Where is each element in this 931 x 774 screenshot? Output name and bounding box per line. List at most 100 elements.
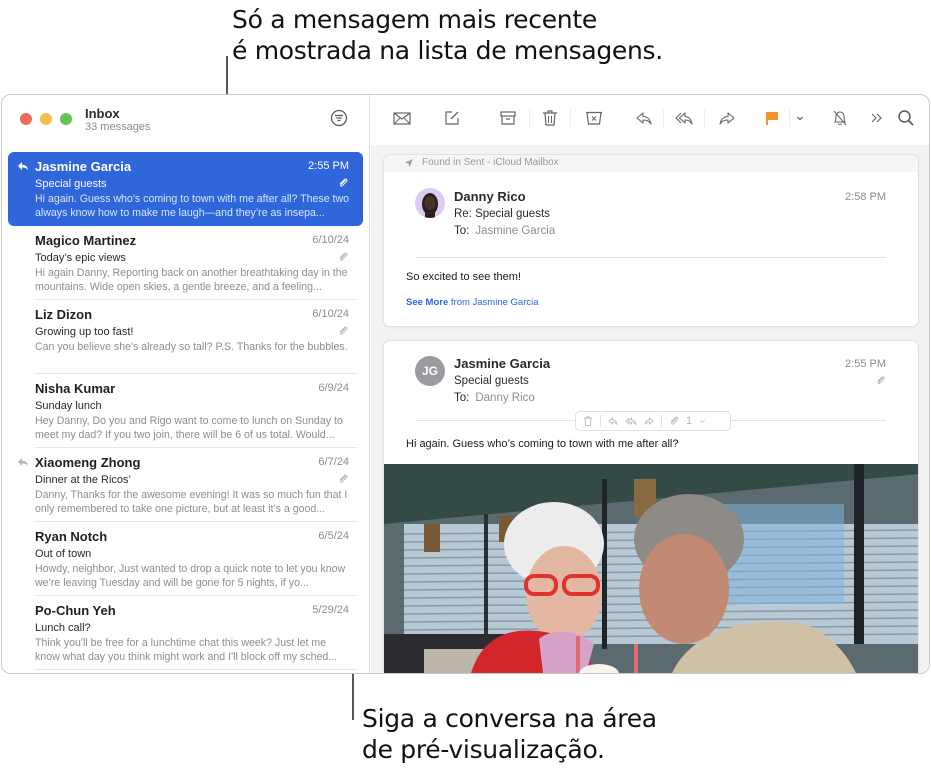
to-label: To: — [454, 225, 470, 237]
thread-message-reply[interactable]: Found in Sent - iCloud Mailbox Danny Ric… — [383, 154, 919, 327]
trash-icon[interactable] — [582, 415, 594, 427]
message-sender: Ryan Notch — [35, 529, 108, 544]
header-divider — [416, 257, 886, 258]
message-list-item[interactable]: Xiaomeng Zhong 6/7/24 Dinner at the Ricos’… — [8, 448, 363, 522]
forward-icon — [719, 112, 735, 125]
found-in-banner: Found in Sent - iCloud Mailbox — [384, 155, 918, 172]
row-divider — [35, 669, 357, 670]
message-subject: Out of town — [35, 548, 92, 560]
compose-icon — [445, 111, 459, 125]
toolbar-separator — [663, 109, 664, 127]
callout-bottom-line1: Siga a conversa na área — [362, 704, 657, 733]
message-count: 33 messages — [85, 121, 151, 133]
reply-button[interactable] — [633, 107, 655, 129]
compose-button[interactable] — [441, 107, 463, 129]
get-mail-button[interactable] — [391, 107, 413, 129]
message-list-item[interactable]: Jasmine Garcia 2:55 PM Special guests Hi ag… — [8, 152, 363, 226]
message-list-item[interactable]: Ryan Notch 6/5/24 Out of town Howdy, neighb… — [8, 522, 363, 596]
paperclip-icon — [339, 326, 348, 335]
reply-icon — [636, 112, 652, 125]
message-preview: Hi again. Guess who’s coming to town wit… — [35, 193, 350, 219]
message-date: 5/29/24 — [312, 604, 349, 616]
envelope-icon — [393, 112, 411, 125]
paperclip-icon — [877, 376, 885, 384]
original-body: Hi again. Guess who’s coming to town wit… — [406, 438, 679, 450]
message-preview: Hey Danny, Do you and Rigo want to come … — [35, 415, 343, 441]
flag-menu-button[interactable] — [789, 107, 811, 129]
see-more-bold: See More — [406, 297, 449, 308]
attachment-count: 1 — [686, 415, 693, 427]
message-date: 6/7/24 — [318, 456, 349, 468]
thread-message-original[interactable]: JG Jasmine Garcia 2:55 PM Special guests… — [383, 340, 919, 673]
toolbar-separator — [570, 109, 571, 127]
preview-pane: Found in Sent - iCloud Mailbox Danny Ric… — [371, 145, 929, 673]
delete-button[interactable] — [539, 107, 561, 129]
sender-avatar: JG — [415, 356, 445, 386]
callout-bottom-line2: de pré-visualização. — [362, 735, 605, 764]
to-value[interactable]: Jasmine Garcia — [475, 225, 555, 237]
message-list-item[interactable]: Liz Dizon 6/10/24 Growing up too fast! Can … — [8, 300, 363, 374]
callout-top: Só a mensagem mais recente é mostrada na… — [232, 4, 663, 66]
to-value[interactable]: Danny Rico — [475, 392, 534, 404]
message-preview: Hi again Danny, Reporting back on anothe… — [35, 267, 348, 293]
mail-window: Inbox 33 messages Jasmine Garcia 2:55 PM S… — [1, 94, 930, 674]
filter-button[interactable] — [330, 109, 348, 127]
reply-icon[interactable] — [607, 415, 619, 427]
message-preview: Danny, Thanks for the awesome evening! I… — [35, 489, 348, 515]
search-button[interactable] — [895, 107, 917, 129]
message-subject: Growing up too fast! — [35, 326, 134, 338]
junk-box-icon — [586, 111, 602, 125]
message-sender: Po-Chun Yeh — [35, 603, 116, 618]
replied-indicator-icon — [18, 458, 28, 466]
message-list: Jasmine Garcia 2:55 PM Special guests Hi ag… — [8, 152, 363, 670]
reply-recipient: To: Jasmine Garcia — [454, 225, 555, 237]
message-preview: Howdy, neighbor, Just wanted to drop a q… — [35, 563, 346, 589]
chevron-down-icon[interactable] — [698, 417, 707, 426]
junk-button[interactable] — [583, 107, 605, 129]
flag-button[interactable] — [761, 107, 783, 129]
reply-sender: Danny Rico — [454, 189, 526, 204]
paperclip-icon — [339, 474, 348, 483]
more-button[interactable] — [866, 107, 888, 129]
toolbar — [371, 95, 929, 145]
message-sender: Nisha Kumar — [35, 381, 116, 396]
message-date: 6/10/24 — [312, 234, 349, 246]
double-chevron-right-icon — [871, 113, 882, 123]
bell-slash-icon — [833, 110, 847, 126]
hover-separator — [600, 415, 601, 427]
forward-button[interactable] — [716, 107, 738, 129]
trash-icon — [543, 110, 557, 126]
reply-time: 2:58 PM — [845, 191, 886, 203]
reply-body: So excited to see them! — [406, 271, 521, 283]
message-sender: Magico Martinez — [35, 233, 137, 248]
see-more-rest: from Jasmine Garcia — [448, 297, 539, 308]
archive-button[interactable] — [497, 107, 519, 129]
chevron-down-icon — [797, 116, 803, 121]
original-time: 2:55 PM — [845, 358, 886, 370]
reply-all-icon[interactable] — [625, 415, 637, 427]
toolbar-separator — [529, 109, 530, 127]
message-list-item[interactable]: Nisha Kumar 6/9/24 Sunday lunch Hey Danny, … — [8, 374, 363, 448]
message-subject: Dinner at the Ricos’ — [35, 474, 131, 486]
flag-icon — [766, 112, 778, 125]
message-hover-actions: 1 — [575, 411, 731, 431]
message-subject: Special guests — [35, 178, 107, 190]
message-list-item[interactable]: Magico Martinez 6/10/24 Today’s epic views… — [8, 226, 363, 300]
message-date: 6/5/24 — [318, 530, 349, 542]
reply-all-icon — [675, 112, 693, 125]
mute-button[interactable] — [829, 107, 851, 129]
zoom-window-button[interactable] — [60, 113, 72, 125]
message-preview: Can you believe she's already so tall? P… — [35, 341, 348, 353]
toolbar-separator — [704, 109, 705, 127]
message-list-pane: Inbox 33 messages Jasmine Garcia 2:55 PM S… — [2, 95, 370, 673]
attached-photo[interactable] — [384, 464, 918, 673]
see-more-link[interactable]: See More from Jasmine Garcia — [406, 297, 539, 308]
callout-bottom: Siga a conversa na área de pré-visualiza… — [362, 703, 657, 765]
minimize-window-button[interactable] — [40, 113, 52, 125]
forward-icon[interactable] — [643, 415, 655, 427]
close-window-button[interactable] — [20, 113, 32, 125]
reply-all-button[interactable] — [673, 107, 695, 129]
callout-top-line2: é mostrada na lista de mensagens. — [232, 36, 663, 65]
message-list-item[interactable]: Po-Chun Yeh 5/29/24 Lunch call? Think you'l… — [8, 596, 363, 670]
paperclip-icon[interactable] — [668, 415, 680, 427]
